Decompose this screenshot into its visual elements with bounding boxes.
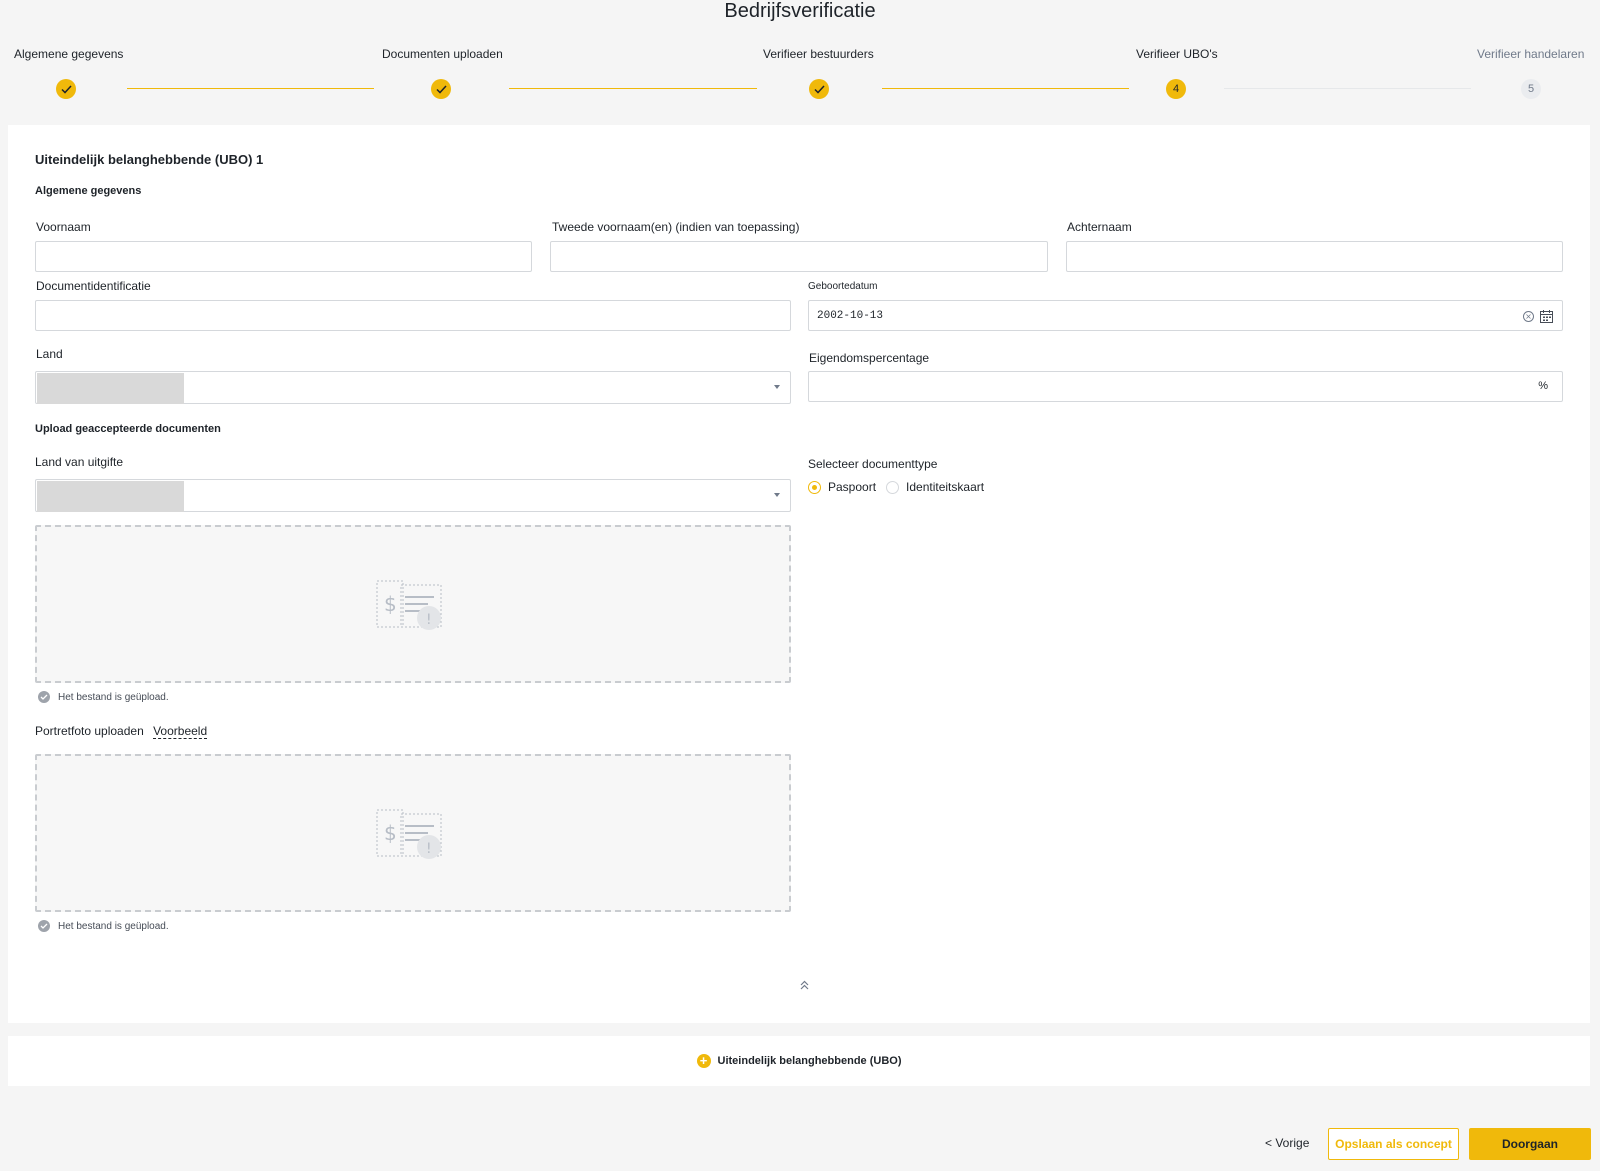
country-select[interactable] <box>35 371 791 404</box>
ownership-label: Eigendomspercentage <box>809 351 930 365</box>
first-name-label: Voornaam <box>36 220 91 234</box>
collapse-up-icon[interactable] <box>800 980 809 993</box>
step-connector <box>509 88 757 89</box>
document-type-radio-group: Paspoort Identiteitskaart <box>808 480 984 494</box>
add-ubo-button[interactable]: + Uiteindelijk belanghebbende (UBO) <box>8 1036 1590 1086</box>
portrait-upload-label: Portretfoto uploaden Voorbeeld <box>35 724 208 739</box>
issuing-country-label: Land van uitgifte <box>35 455 124 469</box>
passport-radio[interactable] <box>808 480 821 494</box>
document-upload-status-text: Het bestand is geüpload. <box>58 691 169 703</box>
portrait-upload-status-text: Het bestand is geüpload. <box>58 920 169 932</box>
svg-text:!: ! <box>426 841 432 857</box>
example-link[interactable]: Voorbeeld <box>153 724 208 739</box>
step-connector <box>127 88 374 89</box>
document-id-input[interactable] <box>35 300 791 331</box>
last-name-input[interactable] <box>1066 241 1563 272</box>
id-card-radio[interactable] <box>886 480 900 494</box>
clear-icon[interactable]: × <box>1523 311 1534 322</box>
check-circle-icon <box>38 920 50 932</box>
portrait-upload-dropzone[interactable]: $ ! <box>35 754 791 912</box>
birth-date-label: Geboortedatum <box>808 281 878 292</box>
portrait-upload-status: Het bestand is geüpload. <box>38 920 169 932</box>
step-1-check-icon <box>56 79 76 99</box>
step-label-general: Algemene gegevens <box>14 47 124 61</box>
dropdown-arrow-icon <box>774 385 780 389</box>
general-section-title: Algemene gegevens <box>35 185 142 197</box>
country-label: Land <box>36 347 63 361</box>
step-4-current: 4 <box>1166 79 1186 99</box>
svg-text:!: ! <box>426 612 432 628</box>
document-upload-status: Het bestand is geüpload. <box>38 691 169 703</box>
step-label-merchants: Verifieer handelaren <box>1477 47 1585 61</box>
ownership-input[interactable]: % <box>808 371 1563 402</box>
first-name-input[interactable] <box>35 241 532 272</box>
progress-stepper: Algemene gegevens Documenten uploaden Ve… <box>0 0 1600 110</box>
portrait-upload-text: Portretfoto uploaden <box>35 724 144 738</box>
redacted-country-value <box>37 373 184 404</box>
document-upload-icon: $ ! <box>376 809 444 866</box>
check-circle-icon <box>38 691 50 703</box>
add-ubo-label: Uiteindelijk belanghebbende (UBO) <box>717 1055 902 1067</box>
step-connector <box>882 88 1129 89</box>
ubo-title: Uiteindelijk belanghebbende (UBO) 1 <box>35 152 264 167</box>
step-label-ubos: Verifieer UBO's <box>1136 47 1218 61</box>
svg-text:$: $ <box>384 821 397 845</box>
percent-suffix: % <box>1538 380 1548 392</box>
ubo-card: Uiteindelijk belanghebbende (UBO) 1 Alge… <box>8 125 1590 1023</box>
step-5-pending: 5 <box>1521 79 1541 99</box>
last-name-label: Achternaam <box>1067 220 1132 234</box>
upload-section-title: Upload geaccepteerde documenten <box>35 423 221 435</box>
dropdown-arrow-icon <box>774 493 780 497</box>
document-upload-icon: $ ! <box>376 580 444 637</box>
step-label-documents: Documenten uploaden <box>382 47 503 61</box>
issuing-country-select[interactable] <box>35 479 791 512</box>
calendar-icon[interactable] <box>1540 310 1553 327</box>
step-label-directors: Verifieer bestuurders <box>763 47 874 61</box>
birth-date-input[interactable]: 2002-10-13 × <box>808 300 1563 331</box>
middle-name-input[interactable] <box>550 241 1048 272</box>
id-card-radio-label[interactable]: Identiteitskaart <box>906 480 984 494</box>
document-id-label: Documentidentificatie <box>36 279 151 293</box>
step-2-check-icon <box>431 79 451 99</box>
document-upload-dropzone[interactable]: $ ! <box>35 525 791 683</box>
plus-icon: + <box>696 1054 711 1068</box>
continue-button[interactable]: Doorgaan <box>1469 1128 1591 1160</box>
passport-radio-label[interactable]: Paspoort <box>828 480 876 494</box>
step-3-check-icon <box>809 79 829 99</box>
redacted-issuing-country-value <box>37 481 184 512</box>
birth-date-value: 2002-10-13 <box>817 309 884 322</box>
svg-text:$: $ <box>384 592 397 616</box>
document-type-label: Selecteer documenttype <box>808 457 938 471</box>
middle-name-label: Tweede voornaam(en) (indien van toepassi… <box>552 220 800 234</box>
save-draft-button[interactable]: Opslaan als concept <box>1328 1128 1459 1160</box>
step-connector-pending <box>1224 88 1471 89</box>
previous-button[interactable]: < Vorige <box>1265 1136 1309 1150</box>
